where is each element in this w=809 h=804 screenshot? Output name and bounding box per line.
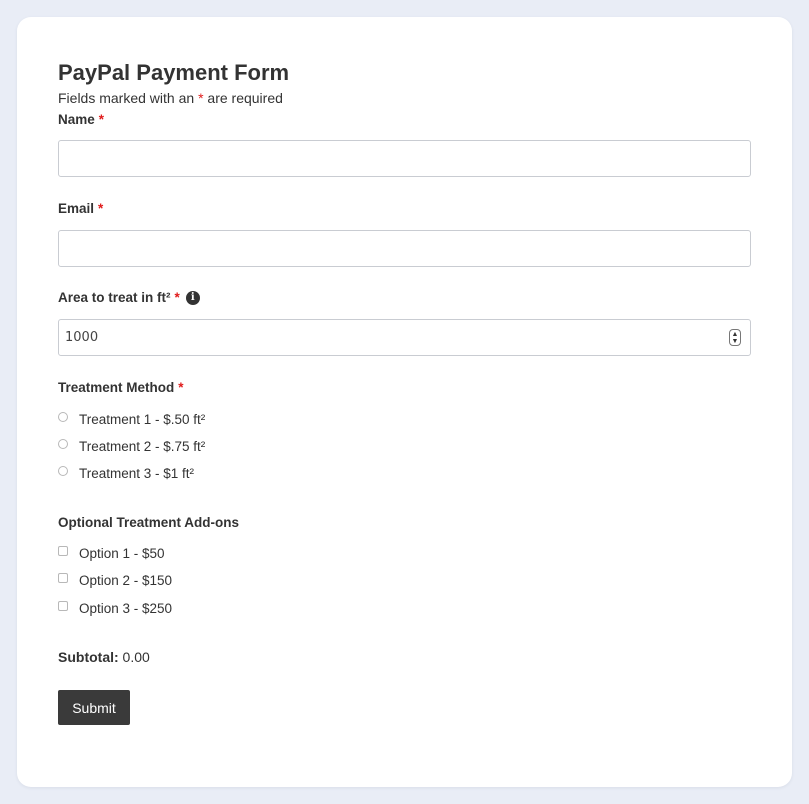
required-note: Fields marked with an * are required bbox=[58, 90, 283, 106]
treatment-option-label: Treatment 3 - $1 ft² bbox=[79, 466, 195, 481]
treatment-option-1[interactable]: Treatment 1 - $.50 ft² bbox=[58, 412, 205, 427]
form-title: PayPal Payment Form bbox=[58, 60, 290, 85]
name-required-star: * bbox=[98, 112, 105, 127]
name-input[interactable] bbox=[59, 141, 750, 176]
name-label: Name * bbox=[58, 112, 104, 127]
area-required-star: * bbox=[174, 290, 180, 305]
subtotal-label: Subtotal: bbox=[58, 649, 119, 665]
area-field-box: ▲ ▼ bbox=[58, 319, 751, 356]
checkbox[interactable] bbox=[58, 573, 68, 583]
subtotal: Subtotal: 0.00 bbox=[58, 649, 150, 665]
treatment-method-label: Treatment Method * bbox=[58, 380, 184, 395]
email-required-star: * bbox=[98, 201, 104, 216]
required-note-suffix: are required bbox=[203, 90, 283, 106]
radio-button[interactable] bbox=[58, 466, 68, 476]
addon-option-3[interactable]: Option 3 - $250 bbox=[58, 601, 172, 616]
email-input[interactable] bbox=[59, 231, 750, 266]
radio-button[interactable] bbox=[58, 439, 68, 449]
addons-label: Optional Treatment Add-ons bbox=[58, 515, 239, 530]
email-field-box bbox=[58, 230, 751, 267]
info-icon[interactable]: i bbox=[185, 290, 200, 305]
treatment-method-label-text: Treatment Method bbox=[58, 380, 175, 395]
treatment-option-3[interactable]: Treatment 3 - $1 ft² bbox=[58, 466, 194, 481]
subtotal-value: 0.00 bbox=[122, 649, 150, 665]
treatment-option-label: Treatment 1 - $.50 ft² bbox=[79, 412, 206, 427]
addon-option-label: Option 1 - $50 bbox=[79, 546, 165, 561]
submit-button[interactable]: Submit bbox=[58, 690, 130, 725]
checkbox[interactable] bbox=[58, 601, 68, 611]
stepper-down-icon[interactable]: ▼ bbox=[732, 338, 739, 345]
email-label: Email * bbox=[58, 201, 103, 216]
checkbox[interactable] bbox=[58, 546, 68, 556]
form-card: PayPal Payment Form Fields marked with a… bbox=[17, 17, 792, 787]
treatment-option-label: Treatment 2 - $.75 ft² bbox=[79, 439, 206, 454]
addon-option-label: Option 3 - $250 bbox=[79, 601, 173, 616]
addon-option-1[interactable]: Option 1 - $50 bbox=[58, 546, 165, 561]
required-note-prefix: Fields marked with an bbox=[58, 90, 199, 106]
name-label-text: Name bbox=[58, 112, 95, 127]
number-stepper-icon[interactable]: ▲ ▼ bbox=[729, 329, 741, 346]
name-field-box bbox=[58, 140, 751, 177]
area-label-text: Area to treat in ft² bbox=[58, 290, 171, 305]
radio-button[interactable] bbox=[58, 412, 68, 422]
area-label: Area to treat in ft² * i bbox=[58, 290, 200, 305]
addons-label-text: Optional Treatment Add-ons bbox=[58, 515, 240, 530]
treatment-option-2[interactable]: Treatment 2 - $.75 ft² bbox=[58, 439, 205, 454]
stepper-up-icon[interactable]: ▲ bbox=[732, 331, 739, 338]
addon-option-2[interactable]: Option 2 - $150 bbox=[58, 573, 172, 588]
area-input[interactable] bbox=[59, 320, 750, 355]
email-label-text: Email bbox=[58, 201, 95, 216]
addon-option-label: Option 2 - $150 bbox=[79, 573, 173, 588]
treatment-required-star: * bbox=[178, 380, 184, 395]
